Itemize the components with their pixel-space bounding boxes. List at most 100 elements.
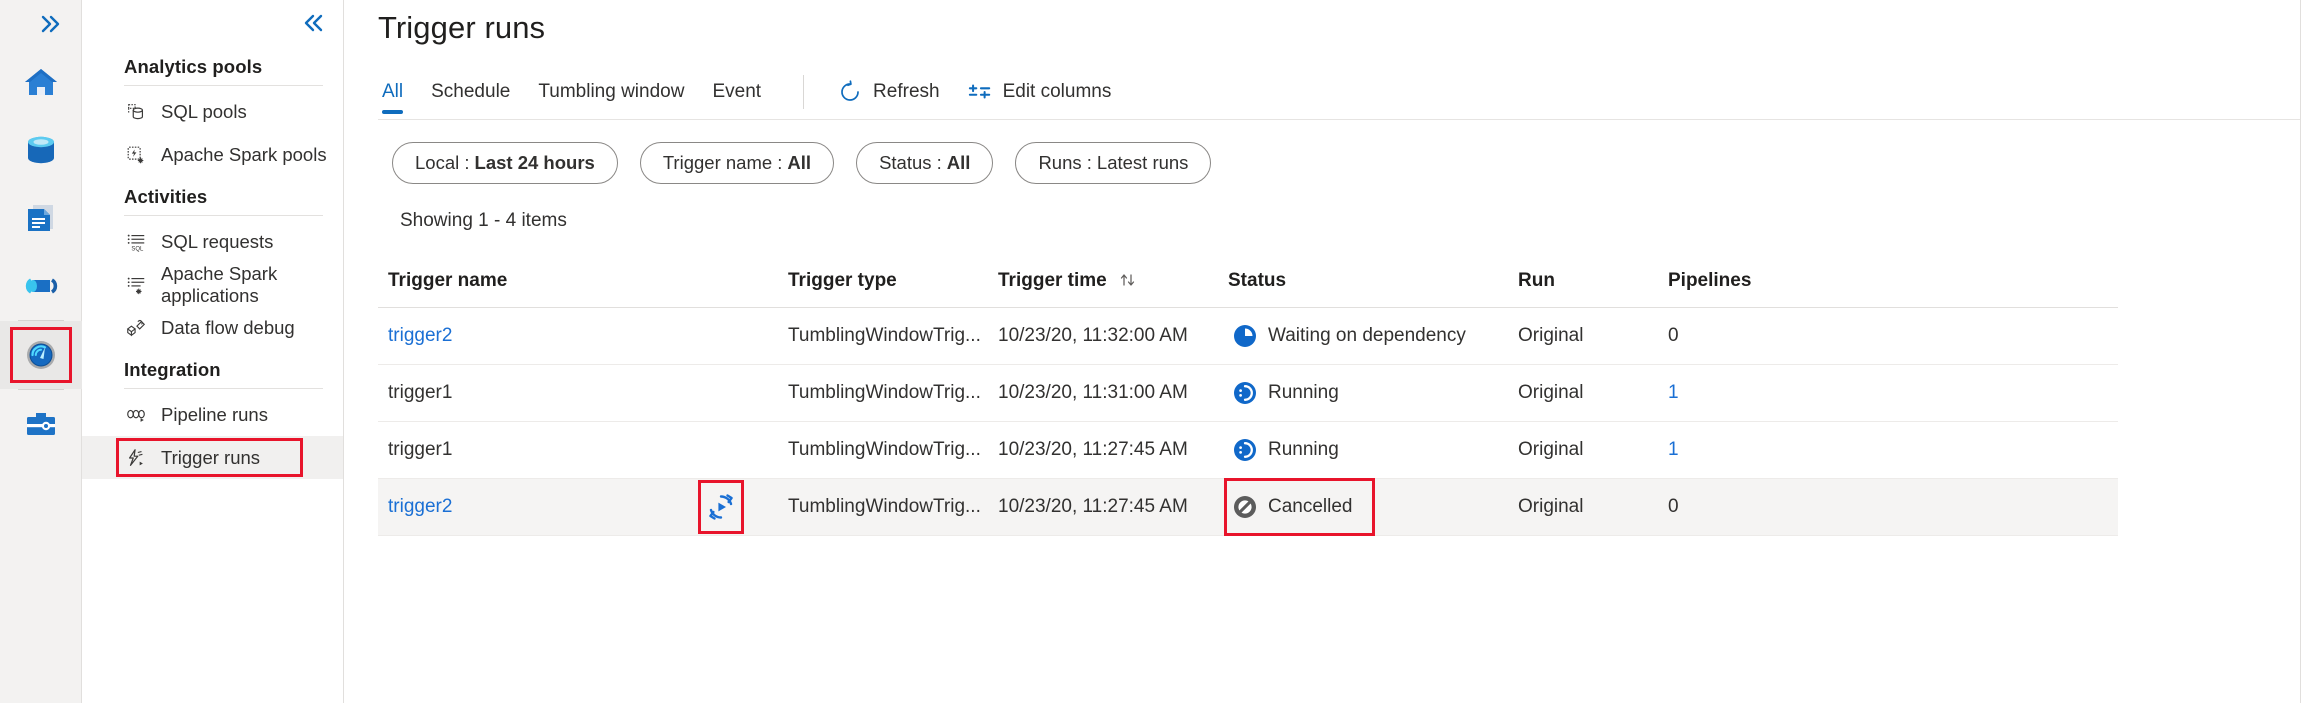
rail-item-home[interactable] [0,48,82,116]
cell-pipelines[interactable]: 1 [1668,439,1808,461]
rail-item-manage[interactable] [0,390,82,458]
status-badge: Running [1228,433,1347,467]
tab-label: Event [712,81,761,103]
cell-trigger-name[interactable]: trigger2 [378,325,678,347]
column-header-pipelines[interactable]: Pipelines [1668,270,1808,292]
column-header-run[interactable]: Run [1518,270,1668,292]
trigger-name-link[interactable]: trigger2 [388,325,452,347]
sql-pool-icon [124,100,148,124]
sidebar-group-title-analytics-pools: Analytics pools [82,46,343,82]
status-badge: Waiting on dependency [1228,319,1474,353]
sidebar-item-pipeline-runs[interactable]: Pipeline runs [82,393,343,436]
cell-pipelines: 0 [1668,325,1808,347]
table-row[interactable]: trigger1 TumblingWindowTrig... 10/23/20,… [378,365,2118,422]
table-row[interactable]: trigger1 TumblingWindowTrig... 10/23/20,… [378,422,2118,479]
sidebar-group-title-integration: Integration [82,349,343,385]
cell-pipelines: 0 [1668,496,1808,518]
cell-run: Original [1518,439,1668,461]
sidebar-collapse-button[interactable] [82,0,343,46]
spark-pool-icon [124,143,148,167]
status-badge: Cancelled [1228,490,1361,524]
sidebar-item-sql-pools[interactable]: SQL pools [82,90,343,133]
column-header-trigger-time[interactable]: Trigger time [998,270,1228,292]
refresh-button[interactable]: Refresh [824,72,954,112]
cell-trigger-time: 10/23/20, 11:32:00 AM [998,325,1228,347]
column-header-status[interactable]: Status [1228,270,1518,292]
filter-trigger-name[interactable]: Trigger name : All [640,142,834,184]
sidebar-item-trigger-runs[interactable]: Trigger runs [82,436,343,479]
filter-label: Status : [879,152,942,174]
filter-label: Runs : [1038,152,1091,174]
cell-trigger-name[interactable]: trigger1 [378,439,678,461]
filter-status[interactable]: Status : All [856,142,993,184]
tab-label: Tumbling window [538,81,684,103]
sidebar-item-label: Apache Spark pools [161,144,327,166]
command-bar: All Schedule Tumbling window Event [378,64,2301,120]
tab-schedule[interactable]: Schedule [417,64,524,120]
left-icon-rail [0,0,82,703]
sidebar-divider-2 [124,215,323,216]
sidebar-divider-1 [124,85,323,86]
cell-trigger-type: TumblingWindowTrig... [788,382,998,404]
trigger-name-link[interactable]: trigger2 [388,496,452,518]
table-row[interactable]: trigger2 TumblingWindowTrig... 10/ [378,479,2118,536]
sidebar-item-sql-requests[interactable]: SQL SQL requests [82,220,343,263]
tab-label: All [382,81,403,103]
cancelled-icon [1232,494,1258,520]
spark-application-icon [124,273,148,297]
develop-icon [21,198,61,238]
rerun-button[interactable] [698,484,744,530]
cell-trigger-name[interactable]: trigger2 [378,496,678,518]
page-title: Trigger runs [378,0,2301,46]
tab-event[interactable]: Event [698,64,775,120]
pipelines-link[interactable]: 1 [1668,439,1679,460]
sidebar-item-label: SQL requests [161,231,273,253]
tab-all[interactable]: All [378,64,417,120]
chevron-double-right-icon [39,14,65,34]
column-header-trigger-type[interactable]: Trigger type [788,270,998,292]
filter-value: All [947,152,971,174]
edit-columns-button[interactable]: Edit columns [954,72,1126,112]
table-row[interactable]: trigger2 TumblingWindowTrig... 10/23/20,… [378,308,2118,365]
filter-label: Local : [415,152,470,174]
filter-value: Latest runs [1097,152,1189,174]
cell-pipelines[interactable]: 1 [1668,382,1808,404]
clock-icon [1232,323,1258,349]
sidebar-item-data-flow-debug[interactable]: Data flow debug [82,306,343,349]
trigger-runs-icon [124,446,148,470]
showing-count: Showing 1 - 4 items [378,192,2301,232]
pipelines-link[interactable]: 1 [1668,382,1679,403]
column-header-trigger-name[interactable]: Trigger name [378,270,678,292]
home-icon [21,62,61,102]
rail-item-data[interactable] [0,116,82,184]
edit-columns-icon [968,80,992,104]
sidebar-item-apache-spark-pools[interactable]: Apache Spark pools [82,133,343,176]
table-header-row: Trigger name Trigger type Trigger time S… [378,254,2118,308]
cell-run: Original [1518,382,1668,404]
sidebar-group-title-activities: Activities [82,176,343,212]
tab-tumbling-window[interactable]: Tumbling window [524,64,698,120]
data-flow-debug-icon [124,316,148,340]
cell-run: Original [1518,496,1668,518]
chevron-double-left-icon [299,13,325,33]
cell-trigger-name[interactable]: trigger1 [378,382,678,404]
refresh-label: Refresh [873,81,940,103]
rail-item-develop[interactable] [0,184,82,252]
running-icon [1232,380,1258,406]
synapse-monitor-page: Analytics pools SQL pools [0,0,2301,703]
edit-columns-label: Edit columns [1003,81,1112,103]
main-content: Trigger runs All Schedule Tumbling windo… [344,0,2301,703]
cell-status: Cancelled [1228,490,1518,524]
rail-expand-button[interactable] [0,0,82,48]
sidebar-item-label: SQL pools [161,101,247,123]
sidebar-item-apache-spark-applications[interactable]: Apache Spark applications [82,263,343,306]
rail-item-integrate[interactable] [0,252,82,320]
cell-status: Running [1228,433,1518,467]
rerun-icon [705,491,737,523]
monitor-icon [21,335,61,375]
status-badge: Running [1228,376,1347,410]
rail-item-monitor[interactable] [0,321,82,389]
filter-runs[interactable]: Runs : Latest runs [1015,142,1211,184]
filter-local-time[interactable]: Local : Last 24 hours [392,142,618,184]
cell-trigger-type: TumblingWindowTrig... [788,439,998,461]
